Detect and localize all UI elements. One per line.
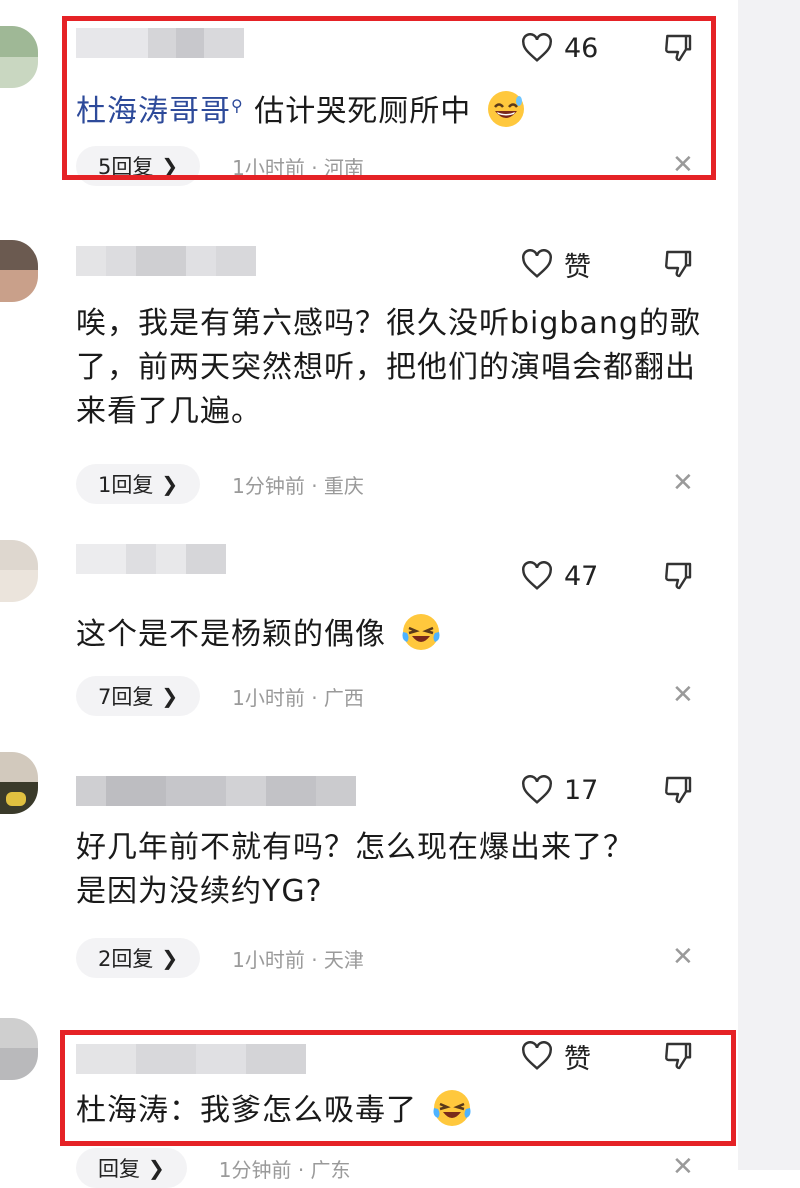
time-location: 1分钟前 · 重庆 (232, 473, 364, 498)
replies-button[interactable]: 1回复 ❯ (76, 464, 201, 504)
comment-text: 好几年前不就有吗？怎么现在爆出来了？是因为没续约YG? (76, 830, 634, 909)
chevron-right-icon: ❯ (161, 472, 179, 496)
like-button[interactable]: 17 (520, 770, 598, 810)
username-blurred[interactable] (76, 544, 226, 574)
thumbs-down-icon (665, 250, 692, 278)
replies-label: 1回复 (98, 473, 154, 497)
like-label: 赞 (564, 251, 591, 283)
comment-body: 这个是不是杨颖的偶像 (76, 617, 386, 652)
username-blurred[interactable] (76, 776, 356, 806)
like-button[interactable]: 47 (520, 556, 598, 596)
highlight-box (60, 1030, 736, 1146)
replies-label: 回复 (98, 1157, 140, 1181)
heart-outline-icon (522, 775, 552, 804)
comment-text: 这个是不是杨颖的偶像 (76, 612, 716, 657)
username-blurred[interactable] (76, 246, 256, 276)
time-location: 1小时前 · 广西 (232, 685, 364, 710)
highlight-box (62, 16, 716, 180)
replies-button[interactable]: 2回复 ❯ (76, 938, 201, 978)
avatar[interactable] (0, 26, 38, 88)
dislike-button[interactable] (658, 556, 698, 596)
replies-button[interactable]: 回复 ❯ (76, 1148, 187, 1188)
like-button[interactable]: 赞 (520, 244, 591, 284)
comment-meta: 回复 ❯ 1分钟前 · 广东 (76, 1148, 351, 1188)
thumbs-down-icon (665, 776, 692, 804)
avatar[interactable] (0, 540, 38, 602)
right-panel-strip (738, 0, 800, 1170)
dislike-button[interactable] (658, 244, 698, 284)
chevron-right-icon: ❯ (161, 946, 179, 970)
replies-button[interactable]: 7回复 ❯ (76, 676, 201, 716)
avatar[interactable] (0, 1018, 38, 1080)
heart-outline-icon (522, 561, 552, 590)
comment-meta: 2回复 ❯ 1小时前 · 天津 (76, 938, 364, 978)
like-count: 47 (564, 560, 599, 592)
comment-meta: 1回复 ❯ 1分钟前 · 重庆 (76, 464, 364, 504)
close-icon[interactable]: ✕ (672, 680, 694, 710)
replies-label: 2回复 (98, 947, 154, 971)
time-location: 1小时前 · 天津 (232, 947, 364, 972)
comment-meta: 7回复 ❯ 1小时前 · 广西 (76, 676, 364, 716)
heart-outline-icon (522, 249, 552, 278)
avatar[interactable] (0, 240, 38, 302)
like-count: 17 (564, 774, 599, 806)
close-icon[interactable]: ✕ (672, 1152, 694, 1182)
dislike-button[interactable] (658, 770, 698, 810)
avatar[interactable] (0, 752, 38, 814)
time-location: 1分钟前 · 广东 (218, 1157, 351, 1182)
laughing-crying-emoji (402, 614, 440, 650)
close-icon[interactable]: ✕ (672, 942, 694, 972)
comment-text: 唉，我是有第六感吗？很久没听bigbang的歌了，前两天突然想听，把他们的演唱会… (76, 306, 701, 429)
close-icon[interactable]: ✕ (672, 468, 694, 498)
replies-label: 7回复 (98, 685, 154, 709)
chevron-right-icon: ❯ (148, 1156, 165, 1180)
thumbs-down-icon (665, 562, 692, 590)
chevron-right-icon: ❯ (161, 684, 179, 708)
